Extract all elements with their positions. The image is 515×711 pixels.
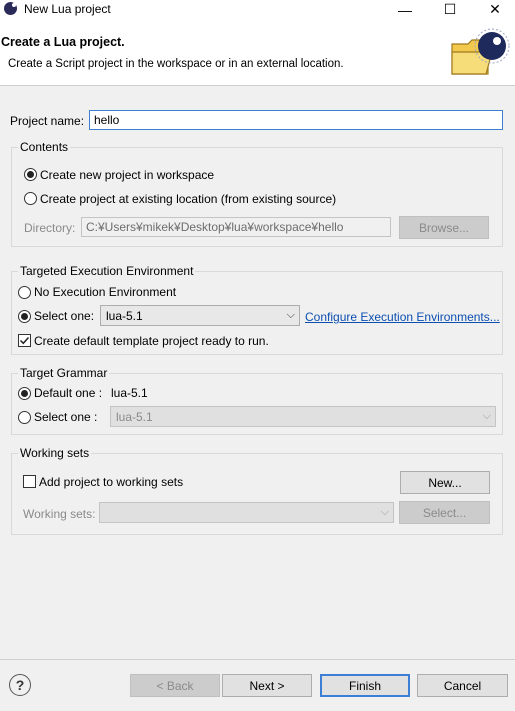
project-name-input[interactable] [89, 110, 503, 130]
execution-env-group-title: Targeted Execution Environment [18, 264, 196, 278]
working-sets-select[interactable]: ⌵ [99, 502, 394, 523]
grammar-group-title: Target Grammar [18, 366, 110, 380]
grammar-select-value: lua-5.1 [116, 409, 153, 424]
radio-existing-location-label: Create project at existing location (fro… [40, 192, 337, 206]
directory-label: Directory: [24, 221, 76, 235]
checkmark-icon [19, 336, 30, 345]
help-icon[interactable]: ? [9, 674, 31, 696]
template-project-checkbox-label: Create default template project ready to… [34, 334, 269, 348]
new-working-set-button[interactable]: New... [400, 471, 490, 494]
radio-select-execution-env-label: Select one: [34, 309, 95, 323]
minimize-button[interactable]: — [385, 0, 425, 19]
radio-create-in-workspace-label: Create new project in workspace [40, 168, 215, 182]
default-grammar-value: lua-5.1 [111, 386, 148, 400]
close-button[interactable]: ✕ [475, 0, 515, 19]
maximize-button[interactable]: ☐ [430, 0, 470, 19]
radio-no-execution-env[interactable] [18, 286, 31, 299]
template-project-checkbox[interactable] [18, 334, 31, 347]
radio-no-execution-env-label: No Execution Environment [34, 285, 177, 299]
back-button[interactable]: < Back [130, 674, 220, 697]
chevron-down-icon: ⌵ [482, 410, 491, 422]
add-to-working-sets-label: Add project to working sets [39, 475, 184, 489]
add-to-working-sets-checkbox[interactable] [23, 475, 36, 488]
radio-default-grammar[interactable] [18, 387, 31, 400]
radio-select-execution-env[interactable] [18, 310, 31, 323]
directory-input[interactable] [81, 217, 391, 237]
execution-env-select[interactable]: lua-5.1 ⌵ [100, 305, 300, 326]
window-title: New Lua project [24, 2, 111, 16]
chevron-down-icon: ⌵ [286, 309, 295, 321]
radio-select-grammar-label: Select one : [34, 410, 98, 424]
project-name-label: Project name: [10, 114, 85, 128]
working-sets-group-title: Working sets [18, 446, 92, 460]
select-working-sets-button[interactable]: Select... [399, 501, 490, 524]
banner-description: Create a Script project in the workspace… [8, 58, 344, 70]
radio-default-grammar-label: Default one : [34, 386, 103, 400]
configure-execution-env-link[interactable]: Configure Execution Environments... [305, 310, 500, 324]
banner-title: Create a Lua project. [1, 35, 125, 49]
execution-env-select-value: lua-5.1 [106, 308, 143, 323]
lua-app-icon [4, 2, 17, 15]
contents-group-title: Contents [18, 140, 71, 154]
browse-button[interactable]: Browse... [399, 216, 489, 239]
finish-button[interactable]: Finish [320, 674, 410, 697]
radio-select-grammar[interactable] [18, 411, 31, 424]
next-button[interactable]: Next > [222, 674, 312, 697]
radio-existing-location[interactable] [24, 192, 37, 205]
radio-create-in-workspace[interactable] [24, 168, 37, 181]
folder-moon-icon [451, 28, 510, 75]
working-sets-label: Working sets: [23, 507, 96, 521]
header-banner [0, 19, 515, 86]
footer-separator [0, 659, 515, 660]
cancel-button[interactable]: Cancel [417, 674, 508, 697]
grammar-select[interactable]: lua-5.1 ⌵ [110, 406, 496, 427]
chevron-down-icon: ⌵ [380, 506, 389, 518]
